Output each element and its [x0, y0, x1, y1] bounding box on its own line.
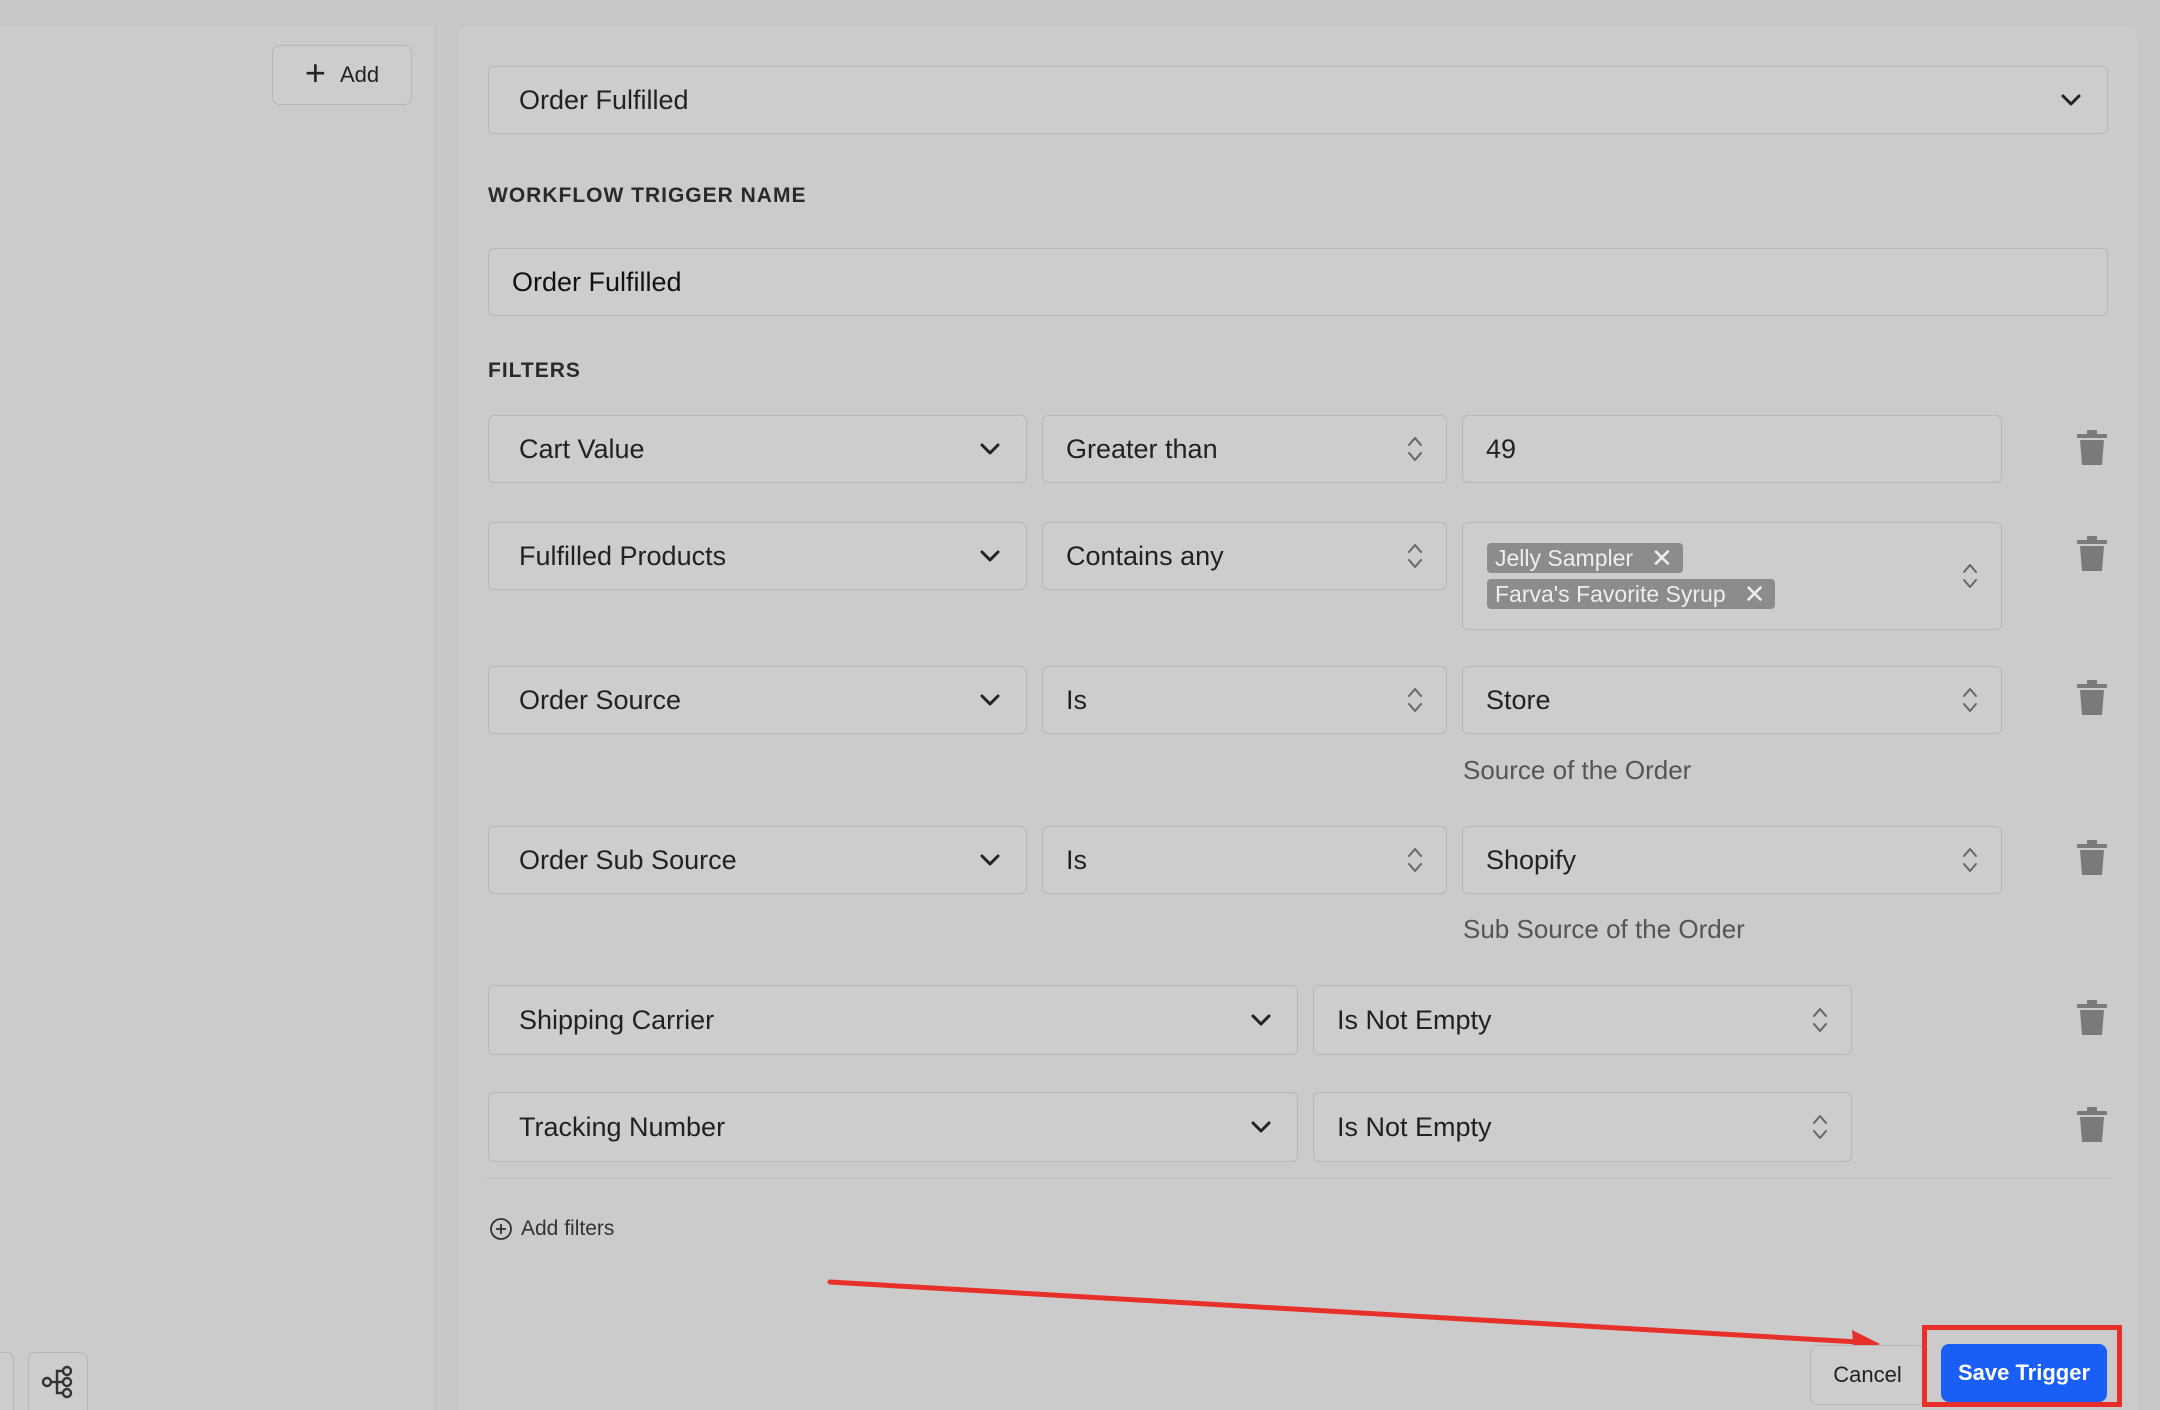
- filter-field-value: Order Sub Source: [519, 844, 737, 875]
- up-down-icon: [1813, 1008, 1827, 1032]
- filter-helper-text: Sub Source of the Order: [1463, 914, 1745, 944]
- filters-label: FILTERS: [488, 359, 581, 382]
- filter-operator-select[interactable]: Contains any: [1042, 522, 1447, 590]
- up-down-icon: [1963, 564, 1977, 588]
- trigger-name-label: WORKFLOW TRIGGER NAME: [488, 184, 807, 207]
- filter-helper-text: Source of the Order: [1463, 755, 1692, 785]
- remove-tag-icon[interactable]: ✕: [1651, 545, 1673, 571]
- filter-value-select[interactable]: Store: [1462, 666, 2002, 734]
- filter-value-input[interactable]: 49: [1462, 415, 2002, 483]
- filter-field-select[interactable]: Fulfilled Products: [488, 522, 1027, 590]
- delete-filter-trash-icon[interactable]: [2076, 430, 2108, 466]
- up-down-icon: [1408, 848, 1422, 872]
- filter-tags-multiselect[interactable]: Jelly Sampler ✕ Farva's Favorite Syrup ✕: [1462, 522, 2002, 630]
- plus-icon: +: [304, 52, 326, 93]
- filter-operator-select[interactable]: Is Not Empty: [1313, 1092, 1852, 1162]
- plus-circle-icon: [490, 1218, 512, 1240]
- chevron-down-icon: [1251, 1121, 1271, 1133]
- filter-field-select[interactable]: Tracking Number: [488, 1092, 1298, 1162]
- chevron-down-icon: [980, 854, 1000, 866]
- delete-filter-trash-icon[interactable]: [2076, 536, 2108, 572]
- remove-tag-icon[interactable]: ✕: [1744, 581, 1766, 607]
- left-panel: + Add: [0, 25, 436, 1410]
- up-down-icon: [1813, 1115, 1827, 1139]
- chevron-down-icon: [980, 694, 1000, 706]
- up-down-icon: [1963, 688, 1977, 712]
- trigger-name-input[interactable]: Order Fulfilled: [488, 248, 2108, 316]
- workflow-graph-icon: [41, 1365, 73, 1398]
- filter-operator-value: Is: [1066, 844, 1088, 875]
- cancel-button[interactable]: Cancel: [1810, 1345, 1925, 1405]
- up-down-icon: [1963, 848, 1977, 872]
- up-down-icon: [1408, 437, 1422, 461]
- filter-operator-value: Contains any: [1066, 540, 1224, 571]
- tag-chip: Farva's Favorite Syrup ✕: [1487, 579, 1776, 609]
- filter-operator-value: Greater than: [1066, 433, 1218, 464]
- add-button[interactable]: + Add: [272, 45, 412, 105]
- filter-operator-value: Is Not Empty: [1337, 1004, 1492, 1035]
- filter-operator-select[interactable]: Greater than: [1042, 415, 1447, 483]
- trigger-event-select[interactable]: Order Fulfilled: [488, 66, 2108, 134]
- filter-field-value: Cart Value: [519, 433, 645, 464]
- tag-chip: Jelly Sampler ✕: [1487, 543, 1683, 573]
- filter-field-value: Fulfilled Products: [519, 540, 727, 571]
- filter-value-select[interactable]: Shopify: [1462, 826, 2002, 894]
- filter-operator-value: Is: [1066, 684, 1088, 715]
- chevron-down-icon: [980, 550, 1000, 562]
- filter-field-value: Tracking Number: [519, 1111, 726, 1142]
- delete-filter-trash-icon[interactable]: [2076, 840, 2108, 876]
- chevron-down-icon: [980, 443, 1000, 455]
- filter-field-select[interactable]: Shipping Carrier: [488, 985, 1298, 1055]
- filter-field-select[interactable]: Order Source: [488, 666, 1027, 734]
- filter-operator-value: Is Not Empty: [1337, 1111, 1492, 1142]
- chevron-down-icon: [1251, 1014, 1271, 1026]
- filter-value: Shopify: [1486, 844, 1577, 875]
- filter-field-select[interactable]: Cart Value: [488, 415, 1027, 483]
- filter-value: 49: [1486, 433, 1517, 464]
- add-button-label: Add: [339, 62, 380, 87]
- delete-filter-trash-icon[interactable]: [2076, 1000, 2108, 1036]
- filter-operator-select[interactable]: Is: [1042, 826, 1447, 894]
- trigger-event-value: Order Fulfilled: [519, 84, 689, 115]
- filter-field-value: Order Source: [519, 684, 682, 715]
- tag-label: Jelly Sampler: [1495, 544, 1634, 571]
- filter-operator-select[interactable]: Is: [1042, 666, 1447, 734]
- filter-value: Store: [1486, 684, 1551, 715]
- tag-label: Farva's Favorite Syrup: [1495, 580, 1726, 607]
- toolbar-button[interactable]: [0, 1352, 14, 1410]
- filter-operator-select[interactable]: Is Not Empty: [1313, 985, 1852, 1055]
- add-filters-button[interactable]: Add filters: [489, 1217, 614, 1241]
- trigger-name-value: Order Fulfilled: [512, 266, 682, 297]
- save-trigger-button[interactable]: Save Trigger: [1941, 1344, 2107, 1402]
- chevron-down-icon: [2061, 94, 2081, 106]
- filter-field-select[interactable]: Order Sub Source: [488, 826, 1027, 894]
- add-filters-label: Add filters: [521, 1217, 615, 1240]
- filter-field-value: Shipping Carrier: [519, 1004, 715, 1035]
- delete-filter-trash-icon[interactable]: [2076, 680, 2108, 716]
- up-down-icon: [1408, 544, 1422, 568]
- delete-filter-trash-icon[interactable]: [2076, 1107, 2108, 1143]
- workflow-graph-button[interactable]: [28, 1352, 88, 1410]
- up-down-icon: [1408, 688, 1422, 712]
- filters-divider: [487, 1178, 2112, 1179]
